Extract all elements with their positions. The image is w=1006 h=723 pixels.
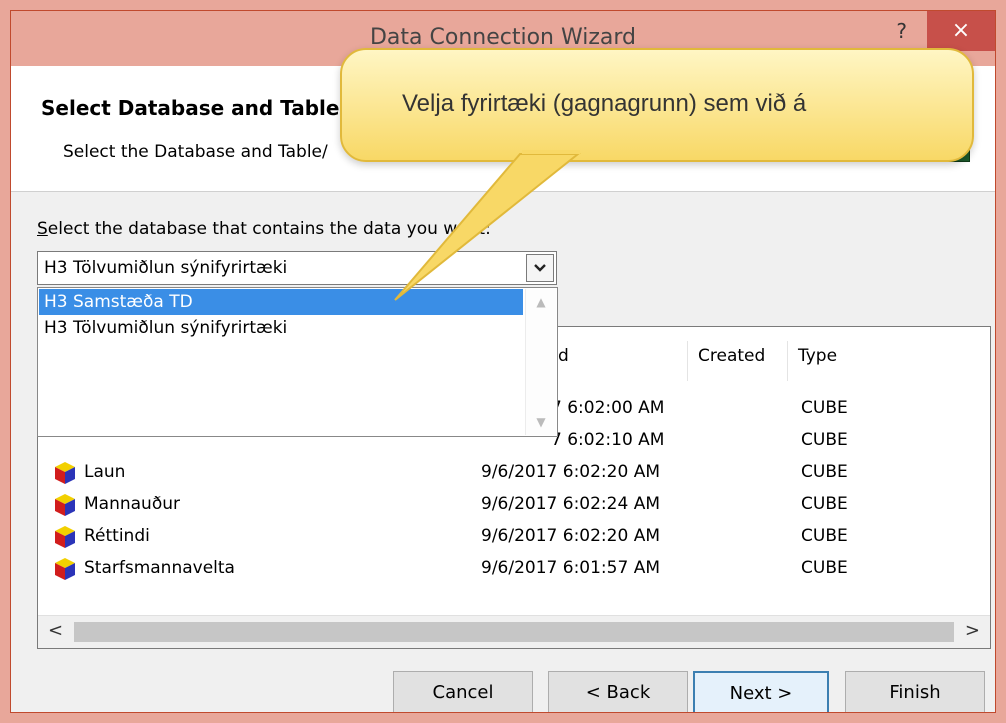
scrollbar-thumb[interactable] bbox=[74, 622, 954, 642]
close-button[interactable]: × bbox=[927, 11, 995, 51]
cube-icon bbox=[55, 494, 75, 516]
row-type: CUBE bbox=[801, 526, 848, 546]
page-title: Select Database and Table bbox=[41, 96, 340, 120]
row-name: Starfsmannavelta bbox=[84, 558, 235, 578]
column-header-type[interactable]: Type bbox=[788, 341, 888, 381]
row-modified: 9/6/2017 6:02:20 AM bbox=[481, 462, 660, 482]
database-label: Select the database that contains the da… bbox=[37, 219, 491, 239]
table-row[interactable]: Mannauður 9/6/2017 6:02:24 AM CUBE bbox=[38, 489, 990, 521]
next-button[interactable]: Next > bbox=[693, 671, 829, 712]
dropdown-option[interactable]: H3 Tölvumiðlun sýnifyrirtæki bbox=[39, 315, 287, 341]
help-button[interactable]: ? bbox=[896, 19, 907, 43]
row-modified: 9/6/2017 6:01:57 AM bbox=[481, 558, 660, 578]
cube-icon bbox=[55, 526, 75, 548]
database-dropdown-list: H3 Samstæða TD H3 Tölvumiðlun sýnifyrirt… bbox=[37, 287, 558, 437]
row-modified: 7 6:02:00 AM bbox=[551, 398, 665, 418]
row-type: CUBE bbox=[801, 430, 848, 450]
callout-text: Velja fyrirtæki (gagnagrunn) sem við á bbox=[402, 90, 807, 117]
row-type: CUBE bbox=[801, 558, 848, 578]
row-name: Laun bbox=[84, 462, 126, 482]
scroll-right-icon[interactable]: > bbox=[965, 620, 980, 641]
row-modified: 9/6/2017 6:02:24 AM bbox=[481, 494, 660, 514]
cube-icon bbox=[55, 462, 75, 484]
table-row[interactable]: Starfsmannavelta 9/6/2017 6:01:57 AM CUB… bbox=[38, 553, 990, 585]
row-modified: 7 6:02:10 AM bbox=[551, 430, 665, 450]
window-title: Data Connection Wizard bbox=[369, 25, 637, 50]
row-type: CUBE bbox=[801, 398, 848, 418]
row-type: CUBE bbox=[801, 462, 848, 482]
dropdown-option[interactable]: H3 Samstæða TD bbox=[39, 289, 523, 315]
column-header-modified[interactable]: d bbox=[548, 341, 688, 381]
back-button[interactable]: < Back bbox=[548, 671, 688, 712]
cancel-button[interactable]: Cancel bbox=[393, 671, 533, 712]
table-row[interactable]: Laun 9/6/2017 6:02:20 AM CUBE bbox=[38, 457, 990, 489]
dropdown-scrollbar[interactable]: ▲ ▼ bbox=[525, 289, 556, 435]
row-name: Mannauður bbox=[84, 494, 180, 514]
scroll-up-icon[interactable]: ▲ bbox=[526, 295, 556, 309]
row-modified: 9/6/2017 6:02:20 AM bbox=[481, 526, 660, 546]
row-name: Réttindi bbox=[84, 526, 150, 546]
column-header-created[interactable]: Created bbox=[688, 341, 788, 381]
callout-bubble: Velja fyrirtæki (gagnagrunn) sem við á bbox=[340, 48, 974, 162]
cube-icon bbox=[55, 558, 75, 580]
horizontal-scrollbar[interactable]: < > bbox=[38, 615, 990, 648]
finish-button[interactable]: Finish bbox=[845, 671, 985, 712]
row-type: CUBE bbox=[801, 494, 848, 514]
scroll-down-icon[interactable]: ▼ bbox=[526, 415, 556, 429]
page-subtitle: Select the Database and Table/ bbox=[63, 142, 328, 162]
scroll-left-icon[interactable]: < bbox=[48, 620, 63, 641]
chevron-down-icon[interactable] bbox=[526, 254, 554, 282]
database-select-value: H3 Tölvumiðlun sýnifyrirtæki bbox=[44, 258, 288, 278]
table-row[interactable]: Réttindi 9/6/2017 6:02:20 AM CUBE bbox=[38, 521, 990, 553]
database-select[interactable]: H3 Tölvumiðlun sýnifyrirtæki bbox=[37, 251, 557, 285]
